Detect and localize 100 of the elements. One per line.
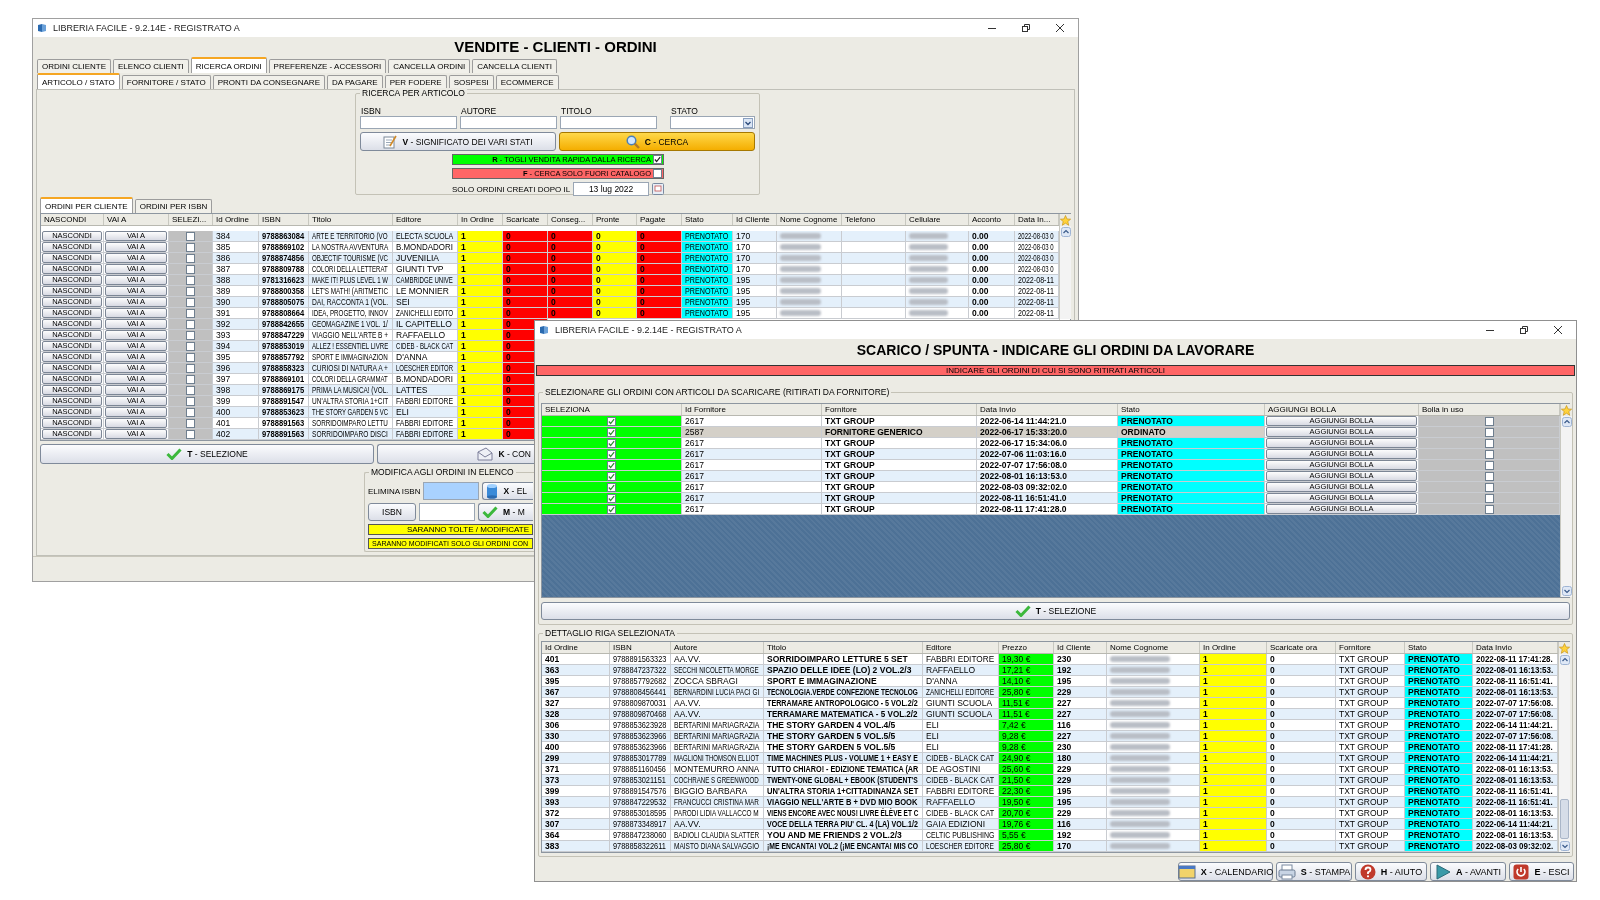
checkbox[interactable] bbox=[186, 231, 195, 241]
checkbox[interactable] bbox=[1484, 471, 1494, 481]
tab[interactable]: FORNITORE / STATO bbox=[121, 75, 211, 89]
scrollbar[interactable] bbox=[1561, 416, 1572, 597]
input-field[interactable] bbox=[423, 482, 480, 500]
input-field[interactable] bbox=[419, 503, 475, 521]
table-cell: 0 bbox=[1267, 786, 1336, 797]
checkbox[interactable] bbox=[186, 418, 195, 428]
isbn-button[interactable]: ISBN bbox=[368, 503, 416, 521]
table-cell: TXT GROUP bbox=[822, 493, 977, 504]
arrow-down-icon[interactable] bbox=[1561, 586, 1572, 596]
checkbox[interactable] bbox=[607, 438, 616, 448]
checkbox[interactable] bbox=[186, 330, 195, 340]
checkbox[interactable] bbox=[186, 341, 195, 351]
states-button[interactable]: V - SIGNIFICATO DEI VARI STATI bbox=[360, 132, 556, 151]
table-cell: 0 bbox=[593, 286, 637, 297]
input-field[interactable] bbox=[460, 116, 557, 129]
checkbox[interactable] bbox=[186, 264, 195, 274]
checkbox[interactable] bbox=[1484, 427, 1494, 437]
checkbox[interactable] bbox=[607, 427, 616, 437]
checkbox[interactable] bbox=[186, 429, 195, 439]
tab[interactable]: PREFERENZE - ACCESSORI bbox=[268, 59, 387, 73]
confirm-button[interactable]: K - CON bbox=[377, 444, 537, 464]
arrow-up-icon[interactable] bbox=[1559, 655, 1570, 665]
restore-icon[interactable] bbox=[1021, 23, 1031, 33]
checkbox[interactable] bbox=[186, 286, 195, 296]
input-field[interactable] bbox=[360, 116, 457, 129]
arrow-up-icon[interactable] bbox=[1060, 227, 1071, 237]
checkbox[interactable] bbox=[607, 504, 616, 514]
restore-icon[interactable] bbox=[1519, 325, 1529, 335]
checkbox[interactable] bbox=[1484, 416, 1494, 426]
delete-button[interactable]: X - EL bbox=[482, 482, 533, 500]
date-field[interactable]: 13 lug 2022 bbox=[573, 182, 650, 196]
tab[interactable]: SOSPESI bbox=[448, 75, 494, 89]
close-icon[interactable] bbox=[1553, 325, 1563, 335]
checkbox[interactable] bbox=[1484, 438, 1494, 448]
toolbar-button[interactable]: E - ESCI bbox=[1509, 862, 1574, 881]
close-icon[interactable] bbox=[1055, 23, 1065, 33]
checkbox[interactable] bbox=[653, 169, 662, 178]
table-cell: 0 bbox=[1267, 775, 1336, 786]
checkbox[interactable] bbox=[186, 242, 195, 252]
star-icon[interactable] bbox=[1060, 214, 1071, 226]
checkbox[interactable] bbox=[1484, 493, 1494, 503]
star-icon[interactable] bbox=[1559, 642, 1570, 654]
checkbox[interactable] bbox=[186, 297, 195, 307]
search-button[interactable]: C - CERCA bbox=[559, 132, 755, 151]
checkbox[interactable] bbox=[186, 352, 195, 362]
table-cell: 0 bbox=[503, 264, 548, 275]
table-cell: 306 bbox=[542, 720, 610, 731]
tab[interactable]: ORDINI CLIENTE bbox=[37, 59, 111, 73]
tab[interactable]: ELENCO CLIENTI bbox=[113, 59, 189, 73]
apply-button[interactable]: M - M bbox=[478, 503, 533, 521]
checkbox[interactable] bbox=[186, 396, 195, 406]
checkbox[interactable] bbox=[607, 460, 616, 470]
toolbar-button[interactable]: S - STAMPA bbox=[1276, 862, 1352, 881]
checkbox[interactable] bbox=[653, 155, 662, 164]
checkbox[interactable] bbox=[186, 374, 195, 384]
tab[interactable]: ORDINI PER ISBN bbox=[134, 199, 213, 213]
tab[interactable]: ARTICOLO / STATO bbox=[37, 73, 120, 89]
table-cell: 1 bbox=[1200, 687, 1267, 698]
column-header: In Ordine bbox=[1200, 642, 1267, 653]
star-icon[interactable] bbox=[1561, 404, 1572, 416]
checkbox[interactable] bbox=[607, 471, 616, 481]
checkbox[interactable] bbox=[186, 253, 195, 263]
checkbox[interactable] bbox=[186, 385, 195, 395]
tab[interactable]: DA PAGARE bbox=[327, 75, 383, 89]
toolbar-button[interactable]: X - CALENDARIO bbox=[1178, 862, 1273, 881]
arrow-up-icon[interactable] bbox=[1561, 417, 1572, 427]
tab[interactable]: ECOMMERCE bbox=[495, 75, 559, 89]
checkbox[interactable] bbox=[607, 449, 616, 459]
toolbar-button[interactable]: H - AIUTO bbox=[1355, 862, 1427, 881]
input-field[interactable] bbox=[560, 116, 657, 129]
calendar-icon[interactable] bbox=[652, 183, 665, 195]
checkbox[interactable] bbox=[186, 407, 195, 417]
checkbox[interactable] bbox=[186, 319, 195, 329]
tab[interactable]: CANCELLA ORDINI bbox=[388, 59, 471, 73]
tab[interactable]: CANCELLA CLIENTI bbox=[472, 59, 557, 73]
tab[interactable]: PER FODERE bbox=[384, 75, 447, 89]
tab[interactable]: ORDINI PER CLIENTE bbox=[40, 197, 133, 213]
scrollbar[interactable] bbox=[1060, 226, 1071, 319]
select-button[interactable]: T - SELEZIONE bbox=[40, 444, 374, 464]
dropdown-icon[interactable] bbox=[743, 117, 753, 128]
checkbox[interactable] bbox=[186, 308, 195, 318]
toolbar-button[interactable]: A - AVANTI bbox=[1430, 862, 1506, 881]
checkbox[interactable] bbox=[1484, 449, 1494, 459]
checkbox[interactable] bbox=[607, 493, 616, 503]
checkbox[interactable] bbox=[186, 275, 195, 285]
checkbox[interactable] bbox=[1484, 482, 1494, 492]
scroll-thumb[interactable] bbox=[1560, 799, 1569, 839]
checkbox[interactable] bbox=[1484, 504, 1494, 514]
arrow-down-icon[interactable] bbox=[1559, 841, 1570, 851]
checkbox[interactable] bbox=[607, 482, 616, 492]
table-cell: 2617 bbox=[682, 471, 822, 482]
select-button[interactable]: T - SELEZIONE bbox=[541, 602, 1570, 620]
checkbox[interactable] bbox=[1484, 460, 1494, 470]
scrollbar[interactable] bbox=[1559, 654, 1570, 852]
tab[interactable]: PRONTI DA CONSEGNARE bbox=[212, 75, 325, 89]
checkbox[interactable] bbox=[186, 363, 195, 373]
tab[interactable]: RICERCA ORDINI bbox=[190, 57, 267, 73]
checkbox[interactable] bbox=[607, 416, 616, 426]
